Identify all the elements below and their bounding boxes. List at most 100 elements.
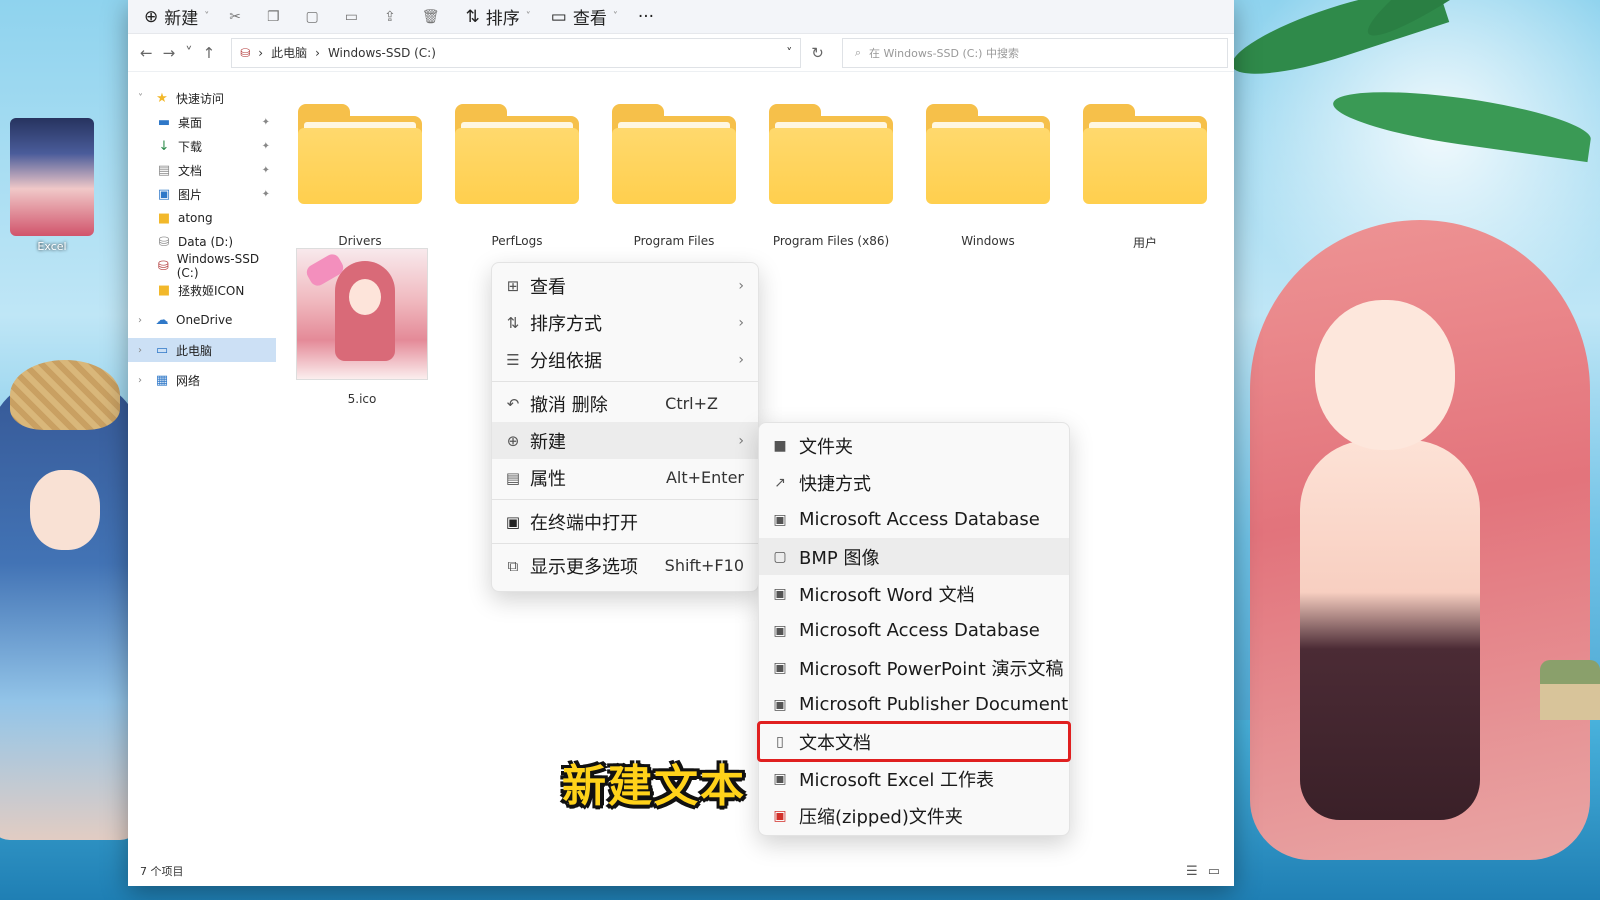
- menu-item-new[interactable]: ⊕ 新建 ›: [492, 422, 758, 459]
- new-button[interactable]: ⊕ 新建 ˅: [144, 4, 210, 30]
- menu-item-group[interactable]: ☰ 分组依据 ›: [492, 341, 758, 378]
- menu-item-properties[interactable]: ▤ 属性 Alt+Enter: [492, 459, 758, 496]
- menu-item-view[interactable]: ⊞ 查看 ›: [492, 267, 758, 304]
- folder-icon: ■: [157, 282, 171, 298]
- desktop-shortcut[interactable]: Excel: [6, 118, 98, 258]
- folder-windows[interactable]: Windows: [913, 104, 1063, 248]
- copy-icon[interactable]: ❐: [267, 9, 280, 25]
- download-icon: ↓: [158, 138, 170, 154]
- sidebar-item-data-d[interactable]: ⛁ Data (D:): [128, 230, 276, 254]
- submenu-item-zip-folder[interactable]: ▣ 压缩(zipped)文件夹: [759, 797, 1069, 834]
- file-name: 5.ico: [347, 392, 377, 406]
- new-submenu: ■ 文件夹 ↗ 快捷方式 ▣ Microsoft Access Database…: [757, 422, 1071, 836]
- group-list-icon: ☰: [506, 350, 520, 369]
- submenu-item-publisher[interactable]: ▣ Microsoft Publisher Document: [759, 686, 1069, 723]
- folder-users[interactable]: 用户: [1070, 104, 1220, 251]
- menu-item-label: Microsoft Access Database: [799, 620, 1040, 641]
- menu-item-more-options[interactable]: ⧉ 显示更多选项 Shift+F10: [492, 547, 758, 584]
- chevron-down-icon[interactable]: ˅: [786, 46, 792, 60]
- refresh-icon[interactable]: ↻: [811, 44, 824, 62]
- file-5-ico[interactable]: 5.ico: [292, 248, 432, 406]
- menu-item-label: 撤消 删除: [530, 394, 608, 416]
- sidebar-item-pictures[interactable]: ▣ 图片 ✦: [128, 182, 276, 206]
- sidebar-item-network[interactable]: › ▦ 网络: [128, 368, 276, 392]
- rename-icon[interactable]: ▭: [345, 9, 358, 25]
- breadcrumb-drive[interactable]: Windows-SSD (C:): [328, 46, 436, 60]
- anime-face-left: [30, 470, 100, 550]
- search-input[interactable]: ⌕ 在 Windows-SSD (C:) 中搜索: [841, 37, 1228, 68]
- folder-perflogs[interactable]: PerfLogs: [442, 104, 592, 248]
- menu-item-sort[interactable]: ⇅ 排序方式 ›: [492, 304, 758, 341]
- sidebar-item-atong[interactable]: ■ atong: [128, 206, 276, 230]
- sidebar-item-label: 下载: [178, 139, 203, 154]
- folder-drivers[interactable]: Drivers: [285, 104, 435, 248]
- folder-icon: [455, 104, 579, 204]
- menu-item-label: 属性: [530, 468, 566, 490]
- chevron-right-icon: ›: [138, 374, 142, 386]
- folder-icon: ■: [157, 210, 171, 226]
- menu-shortcut: Shift+F10: [664, 556, 744, 575]
- sidebar-item-downloads[interactable]: ↓ 下载 ✦: [128, 134, 276, 158]
- details-view-icon[interactable]: ☰: [1186, 864, 1198, 879]
- sidebar-item-quick-access[interactable]: ˅ ★ 快速访问: [128, 86, 276, 110]
- sidebar-item-windows-ssd[interactable]: ⛁ Windows-SSD (C:): [128, 252, 276, 280]
- folder-program-files-x86[interactable]: Program Files (x86): [756, 104, 906, 248]
- menu-item-label: Microsoft Word 文档: [799, 584, 975, 606]
- folder-program-files[interactable]: Program Files: [599, 104, 749, 248]
- forward-arrow-icon[interactable]: →: [163, 44, 176, 62]
- picture-icon: ▣: [157, 186, 171, 202]
- submenu-item-text-document[interactable]: ▯ 文本文档: [757, 721, 1071, 762]
- folder-name: Drivers: [338, 234, 382, 248]
- submenu-item-folder[interactable]: ■ 文件夹: [759, 427, 1069, 464]
- network-icon: ▦: [155, 372, 169, 388]
- address-bar[interactable]: ⛁ › 此电脑 › Windows-SSD (C:) ˅: [231, 37, 802, 68]
- menu-item-label: 新建: [530, 431, 566, 453]
- anime-character-left: [0, 380, 140, 840]
- folder-name: Program Files (x86): [772, 234, 890, 248]
- submenu-item-bmp-image[interactable]: ▢ BMP 图像: [759, 538, 1069, 575]
- item-count: 7 个项目: [140, 865, 184, 878]
- sidebar-item-rescue-icon[interactable]: ■ 拯救姬ICON: [128, 278, 276, 302]
- menu-item-open-terminal[interactable]: ▣ 在终端中打开: [492, 503, 758, 540]
- back-arrow-icon[interactable]: ←: [140, 44, 153, 62]
- sort-button[interactable]: ⇅ 排序 ˅: [466, 4, 531, 30]
- sidebar-item-documents[interactable]: ▤ 文档 ✦: [128, 158, 276, 182]
- breadcrumb-this-pc[interactable]: 此电脑: [271, 44, 307, 61]
- sidebar-item-onedrive[interactable]: › ☁ OneDrive: [128, 308, 276, 332]
- folder-icon: [298, 104, 422, 204]
- chevron-down-icon: ˅: [138, 92, 143, 104]
- submenu-item-powerpoint[interactable]: ▣ Microsoft PowerPoint 演示文稿: [759, 649, 1069, 686]
- delete-icon[interactable]: 🗑: [422, 9, 440, 25]
- menu-item-undo[interactable]: ↶ 撤消 删除 Ctrl+Z: [492, 385, 758, 422]
- menu-item-label: 文件夹: [799, 436, 853, 458]
- star-icon: ★: [156, 90, 168, 106]
- up-arrow-icon[interactable]: ↑: [203, 44, 216, 62]
- sidebar-item-label: 桌面: [178, 115, 203, 130]
- menu-item-label: 在终端中打开: [530, 512, 638, 534]
- submenu-item-word-document[interactable]: ▣ Microsoft Word 文档: [759, 575, 1069, 612]
- submenu-item-access-database-2[interactable]: ▣ Microsoft Access Database: [759, 612, 1069, 649]
- folder-name: Program Files: [633, 234, 715, 248]
- sidebar-item-this-pc[interactable]: › ▭ 此电脑: [128, 338, 276, 362]
- folder-icon: [769, 104, 893, 204]
- sidebar-item-desktop[interactable]: ▬ 桌面 ✦: [128, 110, 276, 134]
- view-button[interactable]: ▭ 查看 ˅: [551, 4, 618, 30]
- submenu-item-access-database[interactable]: ▣ Microsoft Access Database: [759, 501, 1069, 538]
- publisher-icon: ▣: [773, 696, 787, 713]
- folder-icon: ■: [773, 437, 787, 454]
- desktop-shortcut-label: Excel: [37, 240, 67, 253]
- recent-chevron-icon[interactable]: ˅: [185, 44, 193, 62]
- paste-icon[interactable]: ▢: [306, 9, 319, 25]
- search-icon: ⌕: [854, 45, 861, 59]
- share-icon[interactable]: ⇪: [384, 9, 396, 25]
- chevron-down-icon: ˅: [204, 11, 210, 22]
- submenu-item-shortcut[interactable]: ↗ 快捷方式: [759, 464, 1069, 501]
- menu-shortcut: Alt+Enter: [665, 468, 744, 487]
- submenu-item-excel-worksheet[interactable]: ▣ Microsoft Excel 工作表: [759, 760, 1069, 797]
- more-options-button[interactable]: ···: [638, 7, 654, 27]
- cut-icon[interactable]: ✂: [229, 9, 241, 25]
- undo-icon: ↶: [506, 394, 520, 413]
- sidebar-item-label: atong: [178, 211, 213, 225]
- folder-name: 用户: [1132, 236, 1157, 250]
- tiles-view-icon[interactable]: ▭: [1208, 864, 1220, 879]
